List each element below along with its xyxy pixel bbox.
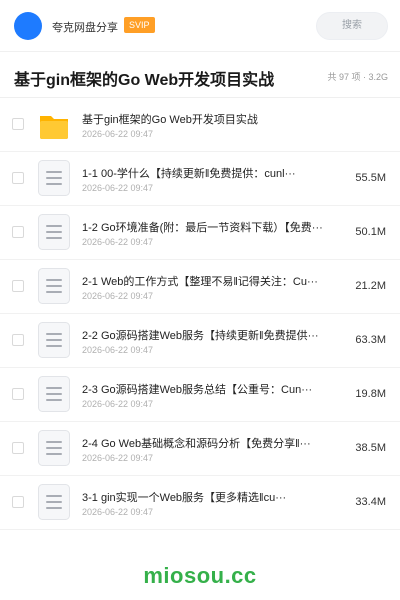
share-page: 夸克网盘分享 SVIP 搜索 基于gin框架的Go Web开发项目实战 共 97…: [0, 0, 400, 600]
row-checkbox[interactable]: [12, 226, 24, 238]
search-input[interactable]: 搜索: [316, 12, 388, 40]
file-name[interactable]: 2-3 Go源码搭建Web服务总结【公重号：Cun···: [82, 381, 330, 397]
svip-badge[interactable]: SVIP: [124, 17, 155, 33]
document-icon: [38, 268, 70, 304]
file-row[interactable]: 2-4 Go Web基础概念和源码分析【免费分享‖··· 2026-06-22 0…: [0, 422, 400, 476]
file-name[interactable]: 基于gin框架的Go Web开发项目实战: [82, 111, 330, 127]
file-size: 19.8M: [355, 388, 386, 400]
file-list: 基于gin框架的Go Web开发项目实战 2026-06-22 09:47 1-1 …: [0, 98, 400, 530]
file-date: 2026-06-22 09:47: [82, 453, 154, 463]
share-summary: 共 97 项 · 3.2G: [327, 72, 388, 82]
row-checkbox[interactable]: [12, 442, 24, 454]
file-size: 21.2M: [355, 280, 386, 292]
file-date: 2026-06-22 09:47: [82, 345, 154, 355]
file-name[interactable]: 3-1 gin实现一个Web服务【更多精选‖cu···: [82, 489, 330, 505]
file-size: 38.5M: [355, 442, 386, 454]
document-icon: [38, 322, 70, 358]
file-name[interactable]: 2-1 Web的工作方式【整理不易‖记得关注：Cu···: [82, 273, 330, 289]
row-checkbox[interactable]: [12, 334, 24, 346]
file-name[interactable]: 2-4 Go Web基础概念和源码分析【免费分享‖···: [82, 435, 330, 451]
file-name[interactable]: 1-2 Go环境准备(附：最后一节资料下载）【免费···: [82, 219, 330, 235]
file-date: 2026-06-22 09:47: [82, 129, 154, 139]
file-name[interactable]: 2-2 Go源码搭建Web服务【持续更新‖免费提供···: [82, 327, 330, 343]
watermark: miosou.cc: [143, 563, 257, 588]
file-row[interactable]: 3-1 gin实现一个Web服务【更多精选‖cu··· 2026-06-22 09…: [0, 476, 400, 530]
folder-row[interactable]: 基于gin框架的Go Web开发项目实战 2026-06-22 09:47: [0, 98, 400, 152]
file-size: 55.5M: [355, 172, 386, 184]
folder-icon: [38, 106, 70, 142]
row-checkbox[interactable]: [12, 118, 24, 130]
file-date: 2026-06-22 09:47: [82, 237, 154, 247]
row-checkbox[interactable]: [12, 496, 24, 508]
file-size: 63.3M: [355, 334, 386, 346]
document-icon: [38, 484, 70, 520]
document-icon: [38, 214, 70, 250]
file-row[interactable]: 2-1 Web的工作方式【整理不易‖记得关注：Cu··· 2026-06-22 0…: [0, 260, 400, 314]
file-size: 50.1M: [355, 226, 386, 238]
file-date: 2026-06-22 09:47: [82, 291, 154, 301]
file-date: 2026-06-22 09:47: [82, 399, 154, 409]
row-checkbox[interactable]: [12, 172, 24, 184]
document-icon: [38, 430, 70, 466]
file-row[interactable]: 2-3 Go源码搭建Web服务总结【公重号：Cun··· 2026-06-22 0…: [0, 368, 400, 422]
file-row[interactable]: 1-2 Go环境准备(附：最后一节资料下载）【免费··· 2026-06-22 0…: [0, 206, 400, 260]
file-name[interactable]: 1-1 00-学什么【持续更新‖免费提供：cunl···: [82, 165, 330, 181]
row-checkbox[interactable]: [12, 280, 24, 292]
document-icon: [38, 160, 70, 196]
page-title: 基于gin框架的Go Web开发项目实战: [14, 72, 275, 89]
file-size: 33.4M: [355, 496, 386, 508]
file-row[interactable]: 1-1 00-学什么【持续更新‖免费提供：cunl··· 2026-06-22 0…: [0, 152, 400, 206]
app-name: 夸克网盘分享: [52, 22, 118, 34]
file-row[interactable]: 2-2 Go源码搭建Web服务【持续更新‖免费提供··· 2026-06-22 0…: [0, 314, 400, 368]
file-date: 2026-06-22 09:47: [82, 183, 154, 193]
file-date: 2026-06-22 09:47: [82, 507, 154, 517]
share-header: 基于gin框架的Go Web开发项目实战 共 97 项 · 3.2G: [0, 52, 400, 98]
row-checkbox[interactable]: [12, 388, 24, 400]
avatar[interactable]: [14, 12, 42, 40]
top-bar: 夸克网盘分享 SVIP 搜索: [0, 0, 400, 52]
document-icon: [38, 376, 70, 412]
